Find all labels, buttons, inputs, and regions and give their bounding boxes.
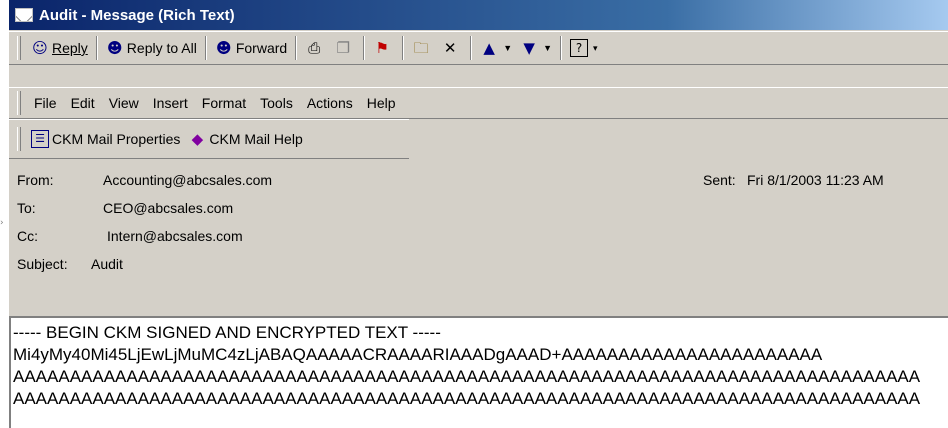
from-value[interactable]: Accounting@abcsales.com xyxy=(103,172,272,188)
flag-icon: ⚑ xyxy=(375,39,389,57)
reply-all-label: Reply to All xyxy=(126,40,197,56)
menu-help[interactable]: Help xyxy=(360,95,403,111)
sent-label: Sent: xyxy=(703,172,736,188)
window-title: Audit - Message (Rich Text) xyxy=(39,6,235,24)
reply-label: Reply xyxy=(52,40,88,56)
toolbar-separator xyxy=(402,36,405,60)
delete-button[interactable]: ✕ xyxy=(437,35,466,61)
properties-list-icon: ☰ xyxy=(31,130,49,148)
ckm-mail-properties-button[interactable]: ☰ CKM Mail Properties xyxy=(27,126,184,152)
body-line: AAAAAAAAAAAAAAAAAAAAAAAAAAAAAAAAAAAAAAAA… xyxy=(13,367,921,386)
left-gutter: › xyxy=(0,0,8,428)
forward-button[interactable]: ☻ Forward xyxy=(211,35,291,61)
ckm-toolbar: ☰ CKM Mail Properties ◆ CKM Mail Help xyxy=(9,119,409,159)
chevron-down-icon[interactable]: ▼ xyxy=(543,43,552,53)
message-window: Audit - Message (Rich Text) ☺ Reply ☻ Re… xyxy=(8,0,948,428)
previous-item-button[interactable]: ▲ ▼ xyxy=(476,35,516,61)
subject-value: Audit xyxy=(91,256,123,272)
chevron-down-icon[interactable]: ▼ xyxy=(503,43,512,53)
help-button[interactable]: ? ▾ xyxy=(566,35,602,61)
standard-toolbar: ☺ Reply ☻ Reply to All ☻ Forward ⎙ ❐ ⚑ 🗀… xyxy=(9,31,948,65)
toolbar-separator xyxy=(560,36,563,60)
reply-icon: ☺ xyxy=(32,39,48,57)
toolbar-separator xyxy=(204,36,207,60)
body-line: AAAAAAAAAAAAAAAAAAAAAAAAAAAAAAAAAAAAAAAA… xyxy=(13,389,921,408)
flag-button[interactable]: ⚑ xyxy=(369,35,398,61)
forward-icon: ☻ xyxy=(216,39,232,57)
toolbar-band xyxy=(9,65,948,87)
help-book-icon: ◆ xyxy=(191,130,204,148)
menu-bar: File Edit View Insert Format Tools Actio… xyxy=(9,87,948,119)
ckm-help-label: CKM Mail Help xyxy=(209,131,303,147)
copy-button[interactable]: ❐ xyxy=(330,35,359,61)
chevron-down-icon[interactable]: ▾ xyxy=(593,43,598,54)
ckm-toolbar-grip[interactable] xyxy=(17,127,21,151)
menu-edit[interactable]: Edit xyxy=(64,95,102,111)
menu-insert[interactable]: Insert xyxy=(146,95,195,111)
menu-tools[interactable]: Tools xyxy=(253,95,300,111)
up-arrow-icon: ▲ xyxy=(483,39,495,57)
reply-button[interactable]: ☺ Reply xyxy=(27,35,92,61)
toolbar-separator xyxy=(470,36,473,60)
title-bar[interactable]: Audit - Message (Rich Text) xyxy=(9,0,948,30)
message-header: From: Accounting@abcsales.com Sent: Fri … xyxy=(9,160,948,314)
help-icon: ? xyxy=(570,39,589,57)
from-label: From: xyxy=(17,172,54,188)
copy-icon: ❐ xyxy=(336,39,350,57)
envelope-icon xyxy=(15,8,33,22)
cc-label: Cc: xyxy=(17,228,38,244)
printer-icon: ⎙ xyxy=(308,39,321,57)
delete-icon: ✕ xyxy=(443,39,457,57)
menu-file[interactable]: File xyxy=(27,95,64,111)
ckm-mail-help-button[interactable]: ◆ CKM Mail Help xyxy=(184,126,306,152)
sent-value: Fri 8/1/2003 11:23 AM xyxy=(747,172,884,188)
next-item-button[interactable]: ▼ ▼ xyxy=(516,35,556,61)
toolbar-separator xyxy=(363,36,366,60)
menu-format[interactable]: Format xyxy=(195,95,253,111)
toolbar-grip[interactable] xyxy=(17,36,21,60)
move-to-folder-icon: 🗀 xyxy=(413,39,429,57)
menu-grip[interactable] xyxy=(17,91,21,115)
gutter-marker-icon: › xyxy=(0,218,4,228)
message-body[interactable]: ----- BEGIN CKM SIGNED AND ENCRYPTED TEX… xyxy=(9,316,948,428)
ckm-properties-label: CKM Mail Properties xyxy=(52,131,181,147)
subject-label: Subject: xyxy=(17,256,68,272)
toolbar-separator xyxy=(95,36,98,60)
cc-value[interactable]: Intern@abcsales.com xyxy=(107,228,243,244)
print-button[interactable]: ⎙ xyxy=(301,35,330,61)
body-line: Mi4yMy40Mi45LjEwLjMuMC4zLjABAQAAAAACRAAA… xyxy=(13,345,823,364)
toolbar-separator xyxy=(295,36,298,60)
reply-all-button[interactable]: ☻ Reply to All xyxy=(102,35,201,61)
to-value[interactable]: CEO@abcsales.com xyxy=(103,200,233,216)
move-to-folder-button[interactable]: 🗀 xyxy=(408,35,437,61)
menu-actions[interactable]: Actions xyxy=(300,95,360,111)
menu-view[interactable]: View xyxy=(102,95,146,111)
forward-label: Forward xyxy=(235,40,288,56)
to-label: To: xyxy=(17,200,36,216)
body-line: ----- BEGIN CKM SIGNED AND ENCRYPTED TEX… xyxy=(13,323,441,342)
reply-all-icon: ☻ xyxy=(106,39,123,57)
down-arrow-icon: ▼ xyxy=(523,39,535,57)
